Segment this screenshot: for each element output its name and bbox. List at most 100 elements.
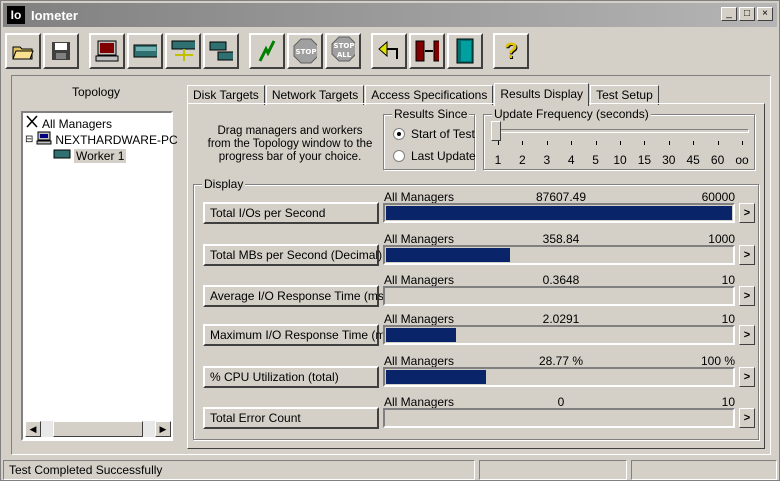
metric-source: All Managers <box>384 190 455 204</box>
metric-progress-bar[interactable] <box>383 325 735 345</box>
scroll-thumb[interactable] <box>53 421 143 437</box>
metric-more-button[interactable]: > <box>739 286 755 306</box>
slider-tick <box>546 141 548 145</box>
save-button[interactable] <box>43 33 79 69</box>
disk-worker-icon <box>53 148 71 163</box>
new-disk-worker-button[interactable] <box>127 33 163 69</box>
metric-more-button[interactable]: > <box>739 325 755 345</box>
metric-select-button[interactable]: % CPU Utilization (total) <box>203 366 379 388</box>
title-bar[interactable]: Io Iometer _ □ × <box>3 3 777 27</box>
slider-tick <box>693 141 695 145</box>
svg-text:STOP: STOP <box>334 42 355 50</box>
duplicate-worker-button[interactable] <box>203 33 239 69</box>
metric-value: 28.77 % <box>538 354 584 368</box>
metric-progress-fill <box>386 248 511 262</box>
radio-label: Start of Test <box>411 127 475 141</box>
open-button[interactable] <box>5 33 41 69</box>
metric-value: 2.0291 <box>542 312 580 326</box>
svg-text:ALL: ALL <box>337 51 352 59</box>
metric-source: All Managers <box>384 354 455 368</box>
metric-select-button[interactable]: Total I/Os per Second <box>203 202 379 224</box>
reset-workers-button[interactable] <box>371 33 407 69</box>
close-button[interactable]: × <box>757 7 773 21</box>
metric-max: 10 <box>721 273 735 287</box>
radio-start-of-test[interactable]: Start of Test <box>393 127 475 141</box>
computer-icon <box>36 131 52 148</box>
open-config-icon <box>11 39 35 63</box>
tab-network-targets[interactable]: Network Targets <box>265 85 365 105</box>
metric-more-button[interactable]: > <box>739 408 755 428</box>
metric-value: 87607.49 <box>535 190 587 204</box>
metric-progress-bar[interactable] <box>383 203 735 223</box>
maximize-button[interactable]: □ <box>739 7 755 21</box>
metric-select-button[interactable]: Total Error Count <box>203 407 379 429</box>
quit-door-icon <box>453 38 477 64</box>
tree-item-label: NEXTHARDWARE-PC <box>55 132 178 147</box>
help-button[interactable]: ? <box>493 33 529 69</box>
tab-disk-targets[interactable]: Disk Targets <box>187 85 265 105</box>
slider-tick-label: 15 <box>637 153 652 167</box>
start-tests-button[interactable] <box>249 33 285 69</box>
slider-tick <box>571 141 573 145</box>
metric-select-button[interactable]: Total MBs per Second (Decimal) <box>203 244 382 266</box>
metric-progress-bar[interactable] <box>383 286 735 306</box>
slider-tick <box>668 141 670 145</box>
topology-panel: Topology All Managers ⊟ NEXTHARDWARE-PC … <box>11 81 181 446</box>
drag-instructions: Drag managers and workers from the Topol… <box>207 125 373 163</box>
new-manager-icon <box>95 39 119 63</box>
scroll-right-icon[interactable]: ▶ <box>155 421 171 437</box>
slider-tick-label: 60 <box>710 153 725 167</box>
topology-title: Topology <box>71 85 121 99</box>
tree-item-worker[interactable]: Worker 1 <box>53 148 127 163</box>
exit-button[interactable] <box>409 33 445 69</box>
toolbar: STOP STOP ALL ? <box>5 31 777 71</box>
metric-source: All Managers <box>384 232 455 246</box>
exit-icon <box>415 39 439 63</box>
slider-tick-label: 4 <box>567 153 575 167</box>
tree-item-manager[interactable]: ⊟ NEXTHARDWARE-PC <box>25 131 178 148</box>
metric-select-button[interactable]: Maximum I/O Response Time (ms) <box>203 324 395 346</box>
new-network-worker-button[interactable] <box>165 33 201 69</box>
quit-button[interactable] <box>447 33 483 69</box>
metric-select-button[interactable]: Average I/O Response Time (ms) <box>203 285 388 307</box>
tree-horizontal-scrollbar[interactable]: ◀ ▶ <box>25 421 171 437</box>
stop-icon: STOP <box>293 38 317 64</box>
results-since-title: Results Since <box>392 107 470 121</box>
stop-button[interactable]: STOP <box>287 33 323 69</box>
radio-last-update[interactable]: Last Update <box>393 149 476 163</box>
metric-more-button[interactable]: > <box>739 367 755 387</box>
metric-more-button[interactable]: > <box>739 203 755 223</box>
tab-access-specifications[interactable]: Access Specifications <box>365 85 494 105</box>
tab-test-setup[interactable]: Test Setup <box>590 85 659 105</box>
metric-value: 358.84 <box>542 232 580 246</box>
tab-bar: Disk Targets Network Targets Access Spec… <box>187 83 660 106</box>
slider-tick <box>595 141 597 145</box>
metric-max: 60000 <box>701 190 735 204</box>
status-pane-3 <box>631 460 777 480</box>
minimize-button[interactable]: _ <box>721 7 737 21</box>
metric-more-button[interactable]: > <box>739 245 755 265</box>
scroll-left-icon[interactable]: ◀ <box>25 421 41 437</box>
tree-item-label: Worker 1 <box>74 148 127 163</box>
new-network-worker-icon <box>171 39 195 63</box>
slider-tick <box>522 141 524 145</box>
metric-progress-bar[interactable] <box>383 245 735 265</box>
window-title: Iometer <box>31 7 78 23</box>
metric-source: All Managers <box>384 273 455 287</box>
help-icon: ? <box>504 38 518 63</box>
reset-workers-icon <box>377 39 401 63</box>
iometer-window: Io Iometer _ □ × STOP STOP ALL ? Topology <box>0 0 780 481</box>
metric-progress-fill <box>386 328 457 342</box>
slider-tick-label: 30 <box>662 153 676 167</box>
tree-item-all-managers[interactable]: All Managers <box>25 115 112 132</box>
metric-progress-bar[interactable] <box>383 408 735 428</box>
radio-label: Last Update <box>411 149 476 163</box>
metric-progress-bar[interactable] <box>383 367 735 387</box>
update-frequency-slider-thumb[interactable] <box>491 121 501 141</box>
tab-results-display[interactable]: Results Display <box>494 83 590 106</box>
topology-tree[interactable]: All Managers ⊟ NEXTHARDWARE-PC Worker 1 … <box>21 111 178 441</box>
stop-all-button[interactable]: STOP ALL <box>325 33 361 69</box>
update-frequency-slider-track[interactable] <box>497 129 749 133</box>
new-manager-button[interactable] <box>89 33 125 69</box>
tree-item-label: All Managers <box>42 116 113 131</box>
